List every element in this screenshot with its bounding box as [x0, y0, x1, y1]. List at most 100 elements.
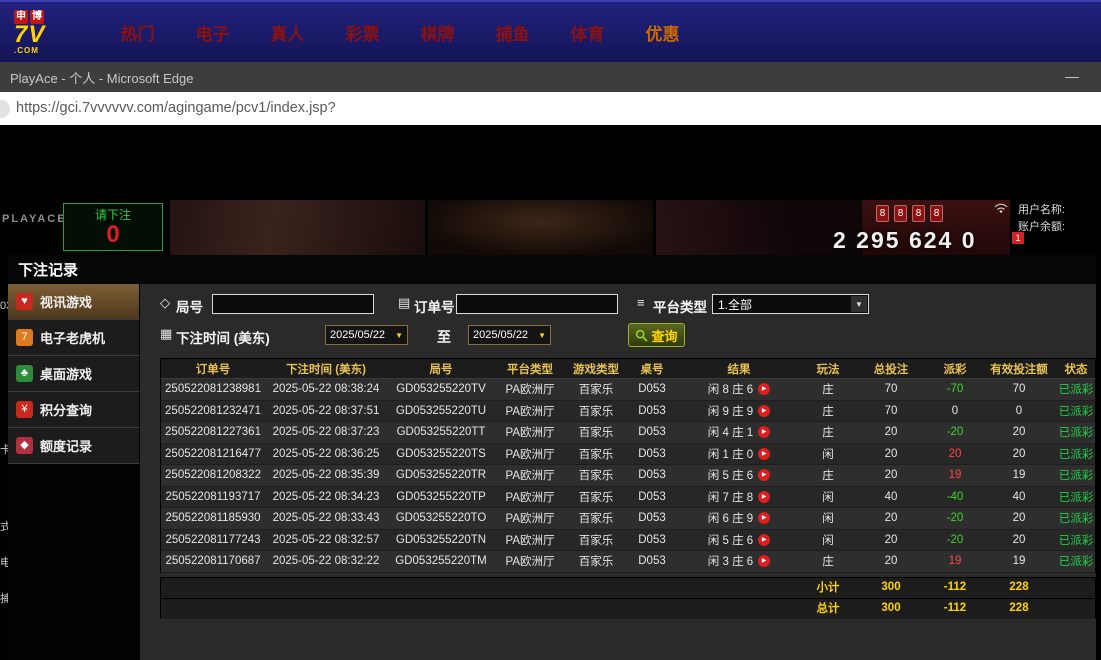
modal-titlebar: 下注记录: [8, 255, 1101, 284]
table-row: 2505220812273612025-05-22 08:37:23GD0532…: [160, 422, 1096, 444]
address-bar[interactable]: https://gci.7vvvvvv.com/agingame/pcv1/in…: [0, 92, 1101, 125]
cell-table: D053: [627, 444, 677, 465]
cell-order: 250522081238981: [161, 379, 265, 400]
play-button[interactable]: ▶: [758, 448, 770, 460]
result-text: 闲 5 庄 6: [708, 532, 753, 548]
sidebar-item-label: 额度记录: [40, 436, 92, 455]
table-row: 2505220812324712025-05-22 08:37:51GD0532…: [160, 401, 1096, 423]
nav-menu: 热门电子真人彩票棋牌捕鱼体育优惠: [100, 20, 700, 45]
cell-method: 庄: [801, 422, 855, 443]
round-number-icon: ◇: [160, 295, 170, 311]
col-header-status: 状态: [1055, 359, 1097, 378]
nav-item-6[interactable]: 体育: [550, 20, 625, 45]
bet-value: 0: [64, 223, 162, 247]
balance-label: 账户余额:: [1018, 219, 1065, 236]
site-logo[interactable]: 申 博 7V .COM: [14, 10, 92, 55]
play-button[interactable]: ▶: [758, 512, 770, 524]
result-text: 闲 3 庄 6: [708, 553, 753, 569]
order-number-icon: ▤: [398, 295, 410, 311]
search-icon: [635, 329, 648, 342]
table-body: 2505220812389812025-05-22 08:38:24GD0532…: [160, 379, 1096, 619]
lobby-image: [656, 200, 861, 255]
col-header-valid: 有效投注额: [983, 359, 1055, 378]
edge-titlebar: PlayAce - 个人 - Microsoft Edge —: [0, 62, 1101, 92]
nav-item-7[interactable]: 优惠: [625, 20, 700, 45]
summary-total: 300: [855, 599, 927, 618]
result-text: 闲 7 庄 8: [708, 489, 753, 505]
play-button[interactable]: ▶: [758, 405, 770, 417]
cell-platform: PA欧洲厅: [495, 487, 565, 508]
cell-time: 2025-05-22 08:37:51: [265, 401, 387, 422]
nav-item-3[interactable]: 彩票: [325, 20, 400, 45]
nav-item-4[interactable]: 棋牌: [400, 20, 475, 45]
sidebar-item-label: 桌面游戏: [40, 364, 92, 383]
wifi-icon: [993, 201, 1009, 213]
cell-method: 庄: [801, 401, 855, 422]
sidebar-item-label: 电子老虎机: [40, 328, 105, 347]
platform-select-value: 1.全部: [718, 296, 752, 313]
nav-item-0[interactable]: 热门: [100, 20, 175, 45]
cell-platform: PA欧洲厅: [495, 379, 565, 400]
cell-round: GD053255220TN: [387, 530, 495, 551]
game-lobby-strip: PLAYACE 请下注 0 8888 2 295 624 0 用户名称: 账户余…: [0, 125, 1101, 255]
cell-status: 已派彩: [1055, 465, 1097, 486]
sidebar-item-2[interactable]: ♣ 桌面游戏: [8, 356, 140, 392]
cell-status: 已派彩: [1055, 487, 1097, 508]
user-info: 用户名称: 账户余额:: [1018, 202, 1065, 236]
screen: 申 博 7V .COM 热门电子真人彩票棋牌捕鱼体育优惠 PlayAce - 个…: [0, 0, 1101, 660]
cell-table: D053: [627, 487, 677, 508]
platform-select[interactable]: 1.全部 ▼: [712, 294, 869, 314]
table-row: 2505220811859302025-05-22 08:33:43GD0532…: [160, 508, 1096, 530]
window-title: PlayAce - 个人 - Microsoft Edge: [10, 68, 194, 87]
search-button[interactable]: 查询: [628, 323, 685, 347]
video-game-icon: ♥: [16, 293, 33, 310]
tab-circle-icon: [0, 100, 10, 118]
cell-platform: PA欧洲厅: [495, 422, 565, 443]
jackpot-number: 2 295 624 0: [833, 227, 977, 254]
sidebar-item-3[interactable]: ¥积分查询: [8, 392, 140, 428]
cell-order: 250522081208322: [161, 465, 265, 486]
sidebar-item-0[interactable]: ♥视讯游戏: [8, 284, 140, 320]
order-number-input[interactable]: [456, 294, 618, 314]
col-header-order: 订单号: [161, 359, 265, 378]
play-button[interactable]: ▶: [758, 555, 770, 567]
play-button[interactable]: ▶: [758, 383, 770, 395]
cell-table: D053: [627, 551, 677, 572]
search-button-label: 查询: [651, 326, 677, 345]
nav-item-5[interactable]: 捕鱼: [475, 20, 550, 45]
cell-game: 百家乐: [565, 379, 627, 400]
cell-valid: 19: [983, 465, 1055, 486]
cell-total: 20: [855, 444, 927, 465]
bet-panel: 请下注 0: [63, 203, 163, 251]
total-row: 总计300-112228: [160, 598, 1096, 619]
col-header-platform: 平台类型: [495, 359, 565, 378]
table-game-icon: ♣: [16, 365, 33, 382]
table-row: 2505220812389812025-05-22 08:38:24GD0532…: [160, 379, 1096, 401]
round-number-input[interactable]: [212, 294, 374, 314]
cell-total: 70: [855, 379, 927, 400]
date-from-select[interactable]: 2025/05/22 ▼: [325, 325, 408, 345]
date-to-value: 2025/05/22: [473, 329, 528, 341]
chevron-down-icon: ▼: [395, 331, 403, 340]
nav-item-1[interactable]: 电子: [175, 20, 250, 45]
date-to-select[interactable]: 2025/05/22 ▼: [468, 325, 551, 345]
cell-status: 已派彩: [1055, 379, 1097, 400]
chevron-down-icon: ▼: [851, 296, 867, 312]
lobby-image: [428, 200, 653, 255]
minimize-button[interactable]: —: [1065, 62, 1079, 92]
cell-table: D053: [627, 508, 677, 529]
play-button[interactable]: ▶: [758, 491, 770, 503]
sidebar-item-label: 积分查询: [40, 400, 92, 419]
sidebar-item-1[interactable]: 7电子老虎机: [8, 320, 140, 356]
sidebar: ♥视讯游戏7电子老虎机 ♣ 桌面游戏 ¥积分查询◆额度记录: [8, 284, 140, 464]
nav-item-2[interactable]: 真人: [250, 20, 325, 45]
play-button[interactable]: ▶: [758, 426, 770, 438]
platform-type-icon: ≡: [637, 295, 645, 310]
play-button[interactable]: ▶: [758, 469, 770, 481]
cell-total: 20: [855, 530, 927, 551]
sidebar-item-4[interactable]: ◆额度记录: [8, 428, 140, 464]
play-button[interactable]: ▶: [758, 534, 770, 546]
cell-status: 已派彩: [1055, 401, 1097, 422]
cell-time: 2025-05-22 08:35:39: [265, 465, 387, 486]
cell-table: D053: [627, 465, 677, 486]
